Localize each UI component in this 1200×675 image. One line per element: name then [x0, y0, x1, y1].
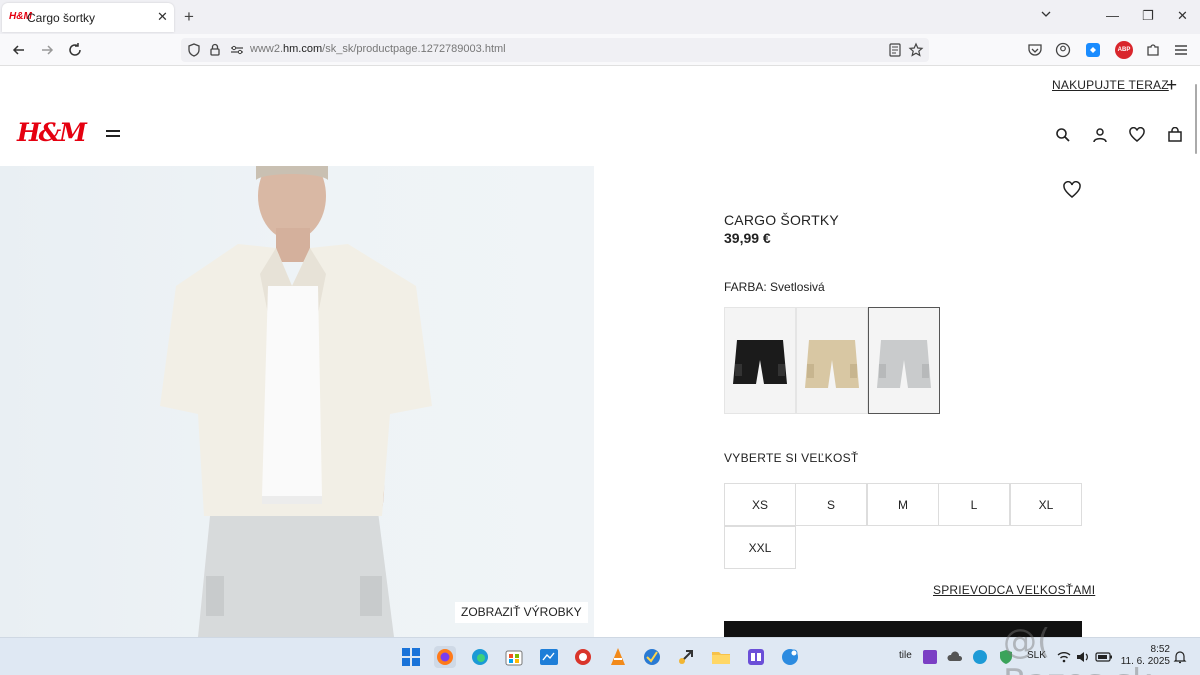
app-purple-icon[interactable]	[745, 646, 767, 668]
heart-icon[interactable]	[1129, 127, 1145, 143]
app-blue-icon[interactable]	[641, 646, 663, 668]
hm-logo[interactable]: H&M	[17, 118, 87, 147]
plus-icon[interactable]: +	[1166, 75, 1177, 97]
swatch-beige[interactable]	[796, 307, 868, 414]
reload-icon[interactable]	[67, 42, 83, 58]
minimize-icon[interactable]: —	[1106, 8, 1119, 23]
tab-strip: H&M Cargo šortky ✕ + — ❐ ✕	[0, 0, 1200, 34]
account-icon[interactable]	[1054, 41, 1072, 59]
account-icon[interactable]	[1092, 127, 1108, 143]
size-xxl-button[interactable]: XXL	[724, 526, 796, 569]
star-icon[interactable]	[908, 42, 924, 58]
shopping-bag-icon[interactable]	[1167, 127, 1183, 143]
extension-icon[interactable]	[1084, 41, 1102, 59]
pocket-icon[interactable]	[1026, 41, 1044, 59]
tab-list-chevron-icon[interactable]	[1040, 8, 1052, 20]
tray-app-icon[interactable]	[971, 648, 989, 666]
shield-icon[interactable]	[186, 42, 202, 58]
onenote-icon[interactable]	[921, 648, 939, 666]
lock-icon[interactable]	[207, 42, 223, 58]
app-icon[interactable]	[538, 646, 560, 668]
swatch-black[interactable]	[724, 307, 796, 414]
size-xl-button[interactable]: XL	[1010, 483, 1082, 526]
swatch-light-grey[interactable]	[868, 307, 940, 414]
product-title: CARGO ŠORTKY	[724, 212, 839, 228]
browser-tab[interactable]: H&M Cargo šortky ✕	[2, 3, 174, 32]
file-explorer-icon[interactable]	[710, 646, 732, 668]
menu-icon[interactable]	[1172, 41, 1190, 59]
tab-close-icon[interactable]: ✕	[157, 9, 168, 25]
forward-icon[interactable]	[39, 42, 55, 58]
permissions-icon[interactable]	[229, 42, 245, 58]
tray-text[interactable]: tile	[899, 650, 912, 661]
size-l-button[interactable]: L	[938, 483, 1010, 526]
app-arrow-icon[interactable]	[676, 646, 698, 668]
size-xs-button[interactable]: XS	[724, 483, 796, 526]
size-m-button[interactable]: M	[867, 483, 939, 526]
color-label: FARBA: Svetlosivá	[724, 280, 825, 294]
product-price: 39,99 €	[724, 230, 771, 246]
url-text[interactable]: www2.hm.com/sk_sk/productpage.1272789003…	[250, 43, 506, 55]
bazos-watermark: @( Bazos.sk	[1003, 622, 1152, 675]
shop-now-link[interactable]: NAKUPUJTE TERAZ	[1052, 78, 1169, 92]
add-to-favorites-heart-icon[interactable]	[1063, 181, 1081, 199]
size-s-button[interactable]: S	[795, 483, 867, 526]
show-products-button[interactable]: ZOBRAZIŤ VÝROBKY	[455, 602, 588, 623]
vlc-icon[interactable]	[607, 646, 629, 668]
model-photo	[160, 166, 432, 637]
adblock-icon[interactable]: ABP	[1115, 41, 1133, 59]
product-page: NAKUPUJTE TERAZ + H&M ZOBRAZIŤ VÝROBKY C…	[0, 66, 1200, 637]
navigation-bar: www2.hm.com/sk_sk/productpage.1272789003…	[0, 34, 1200, 66]
page-scrollbar[interactable]	[1195, 84, 1197, 154]
size-guide-link[interactable]: SPRIEVODCA VEĽKOSŤAMI	[933, 583, 1095, 597]
tab-title: Cargo šortky	[27, 11, 96, 25]
shorts-grey-thumbnail	[877, 340, 931, 388]
hero-image[interactable]: ZOBRAZIŤ VÝROBKY	[0, 166, 594, 637]
restore-icon[interactable]: ❐	[1142, 8, 1154, 24]
shorts-beige-thumbnail	[805, 340, 859, 388]
edge-icon[interactable]	[469, 646, 491, 668]
firefox-icon[interactable]	[434, 646, 456, 668]
hamburger-menu-icon[interactable]	[106, 130, 120, 140]
shorts-black-thumbnail	[733, 340, 787, 384]
window-close-icon[interactable]: ✕	[1177, 8, 1188, 24]
size-label: VYBERTE SI VEĽKOSŤ	[724, 451, 859, 465]
search-icon[interactable]	[1055, 127, 1071, 143]
url-bar[interactable]: www2.hm.com/sk_sk/productpage.1272789003…	[181, 38, 929, 62]
puzzle-icon[interactable]	[1144, 41, 1162, 59]
back-icon[interactable]	[11, 42, 27, 58]
reader-view-icon[interactable]	[887, 42, 903, 58]
windows-start-icon[interactable]	[400, 646, 422, 668]
new-tab-icon[interactable]: +	[184, 7, 194, 27]
onedrive-cloud-icon[interactable]	[946, 648, 964, 666]
store-icon[interactable]	[503, 646, 525, 668]
app-red-icon[interactable]	[572, 646, 594, 668]
app-cloud-icon[interactable]	[779, 646, 801, 668]
